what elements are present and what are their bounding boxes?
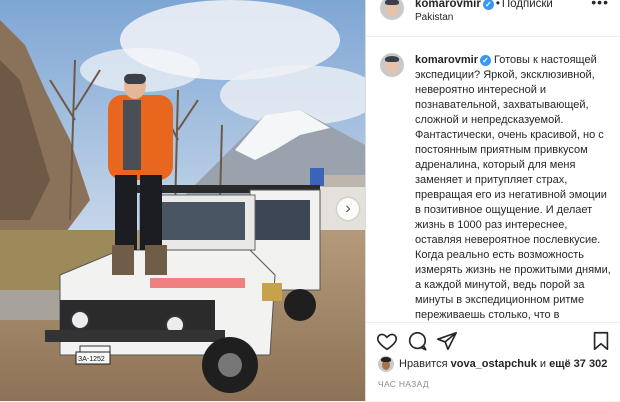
liker-avatar[interactable] bbox=[378, 356, 394, 372]
comment-icon[interactable] bbox=[406, 330, 428, 352]
verified-badge-icon: ✓ bbox=[479, 55, 491, 66]
post-header: komarovmir ✓ • Подписки Pakistan ••• bbox=[366, 0, 620, 37]
next-photo-button[interactable]: › bbox=[337, 198, 359, 220]
header-username[interactable]: komarovmir bbox=[415, 0, 481, 10]
caption-avatar[interactable] bbox=[380, 53, 404, 77]
comments-area: komarovmir ✓ Готовы к настоящей экспедици… bbox=[366, 46, 620, 322]
likes-prefix: Нравится bbox=[399, 358, 448, 370]
post-timestamp[interactable]: ЧАС НАЗАД bbox=[378, 379, 429, 389]
post-actions: Нравится vova_ostapchuk и ещё 37 302 ЧАС… bbox=[366, 322, 620, 402]
post-side-panel: komarovmir ✓ • Подписки Pakistan ••• komaro… bbox=[365, 0, 620, 401]
header-separator: • bbox=[495, 0, 500, 10]
post-caption: komarovmir ✓ Готовы к настоящей экспедици… bbox=[415, 53, 615, 322]
caption-username[interactable]: komarovmir bbox=[415, 54, 478, 66]
likes-and: и bbox=[539, 358, 547, 370]
likes-count[interactable]: ещё 37 302 bbox=[549, 358, 607, 370]
expedition-photo: ЗА-1252 bbox=[0, 0, 365, 401]
instagram-post: ЗА-1252 › komarovmir ✓ • Подписки Pakistan … bbox=[0, 0, 620, 401]
location-link[interactable]: Pakistan bbox=[415, 12, 453, 23]
share-icon[interactable] bbox=[436, 330, 458, 352]
chevron-right-icon: › bbox=[345, 200, 351, 217]
plate-text: ЗА-1252 bbox=[78, 356, 105, 363]
likes-summary: Нравится vova_ostapchuk и ещё 37 302 bbox=[378, 356, 607, 372]
avatar[interactable] bbox=[380, 0, 404, 20]
heart-icon[interactable] bbox=[376, 330, 398, 352]
verified-badge-icon: ✓ bbox=[482, 0, 494, 10]
liker-username[interactable]: vova_ostapchuk bbox=[451, 358, 537, 370]
caption-text: Готовы к настоящей экспедиции? Яркой, эк… bbox=[415, 54, 611, 321]
bookmark-icon[interactable] bbox=[590, 330, 612, 352]
more-options-icon[interactable]: ••• bbox=[591, 0, 609, 10]
post-photo[interactable]: ЗА-1252 › bbox=[0, 0, 365, 401]
follow-status-button[interactable]: Подписки bbox=[502, 0, 553, 10]
